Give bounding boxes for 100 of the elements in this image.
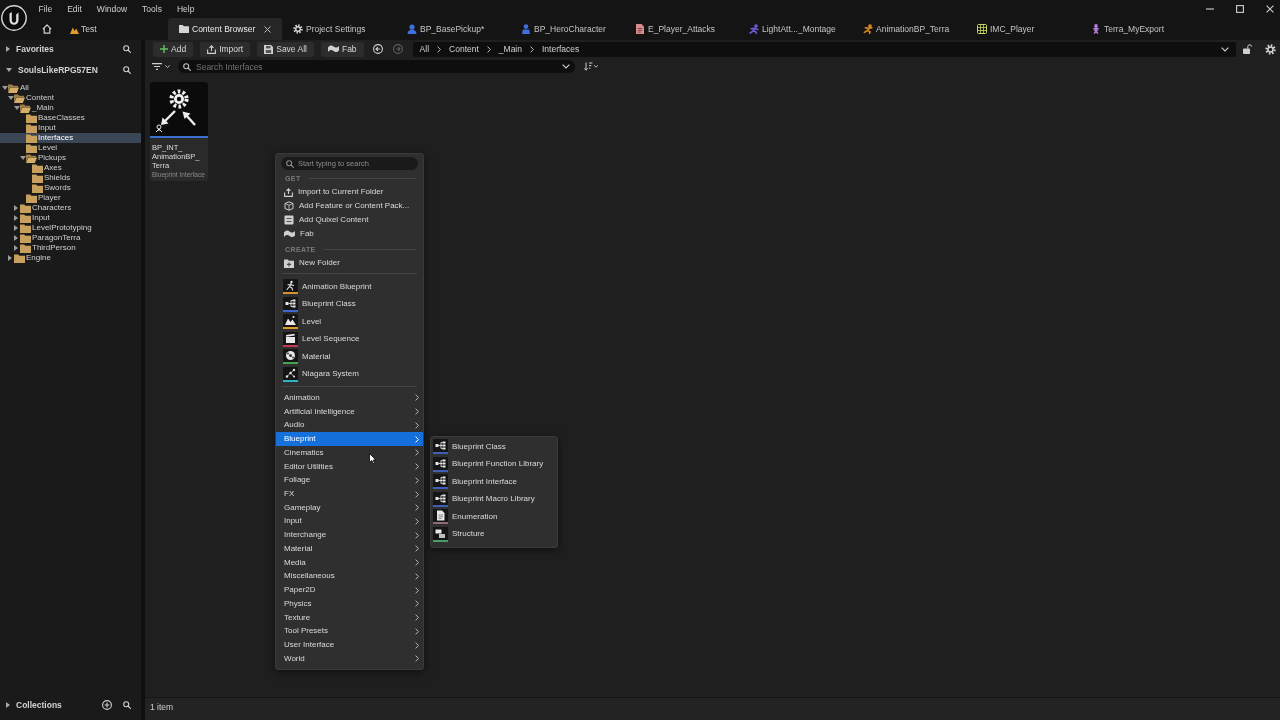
add-icon[interactable] <box>102 700 112 710</box>
menu-item[interactable]: Paper2D <box>276 583 423 597</box>
menu-item[interactable]: User Interface <box>276 638 423 652</box>
menu-item[interactable]: Blueprint Function Library <box>431 455 557 473</box>
tree-item[interactable]: All <box>0 83 141 93</box>
tab[interactable]: AnimationBP_Terra <box>852 18 966 40</box>
section-title[interactable]: SoulsLikeRPG57EN <box>18 65 98 75</box>
caret-icon[interactable] <box>14 245 18 251</box>
caret-icon[interactable] <box>2 86 8 90</box>
toolbar-button[interactable]: Import <box>200 41 251 57</box>
menu-bar-item[interactable]: Help <box>169 4 202 14</box>
caret-icon[interactable] <box>165 65 170 68</box>
menu-item[interactable]: Blueprint <box>276 432 423 446</box>
menu-item[interactable]: Audio <box>276 418 423 433</box>
menu-item[interactable]: Blueprint Macro Library <box>431 490 557 508</box>
close-icon[interactable] <box>264 25 271 33</box>
caret-icon[interactable] <box>8 255 12 261</box>
menu-item[interactable]: Gameplay <box>276 500 423 515</box>
tab[interactable]: Terra_MyExport <box>1080 18 1194 40</box>
breadcrumb-link[interactable]: Content <box>449 44 479 54</box>
tree-item[interactable]: Level <box>0 143 141 153</box>
menu-item[interactable]: FX <box>276 487 423 501</box>
menu-item[interactable]: Structure <box>431 525 557 543</box>
menu-item[interactable]: Blueprint Class <box>431 438 557 456</box>
menu-item[interactable]: Import to Current Folder <box>276 185 423 199</box>
menu-item[interactable]: Texture <box>276 610 423 625</box>
menu-item[interactable]: Add Quixel Content <box>276 213 423 227</box>
caret-icon[interactable] <box>14 106 20 110</box>
caret-icon[interactable] <box>14 215 18 221</box>
menu-item[interactable]: Editor Utilities <box>276 459 423 474</box>
tree-item[interactable]: Swords <box>0 183 141 193</box>
search-field[interactable]: Search Interfaces <box>178 60 575 73</box>
section-title[interactable]: Favorites <box>16 44 54 54</box>
toolbar-button[interactable]: Save All <box>257 41 314 57</box>
menu-item[interactable]: Tool Presets <box>276 624 423 639</box>
tab[interactable]: E_Player_Attacks <box>624 18 738 40</box>
breadcrumb-link[interactable]: All <box>419 44 430 54</box>
home-icon[interactable] <box>42 24 52 34</box>
menu-item[interactable]: Blueprint Interface <box>431 473 557 491</box>
caret-icon[interactable] <box>20 156 26 160</box>
tree-item[interactable]: Characters <box>0 203 141 213</box>
menu-bar-item[interactable]: Edit <box>59 4 90 14</box>
tree-item[interactable]: Player <box>0 193 141 203</box>
tree-item[interactable]: Axes <box>0 163 141 173</box>
menu-item[interactable]: Input <box>276 514 423 529</box>
settings-icon[interactable] <box>1265 43 1276 55</box>
tab[interactable]: LightAtt..._Montage <box>738 18 852 40</box>
menu-item[interactable]: Enumeration <box>431 508 557 526</box>
tab[interactable]: IMC_Player <box>966 18 1080 40</box>
menu-item[interactable]: Animation <box>276 391 423 405</box>
maximize-icon[interactable] <box>1236 5 1244 13</box>
tree-item[interactable]: Pickups <box>0 153 141 163</box>
level-tab[interactable]: Test <box>70 24 97 34</box>
menu-item[interactable]: Level Sequence <box>276 330 423 348</box>
menu-item[interactable]: World <box>276 651 423 666</box>
tree-item[interactable]: Interfaces <box>0 133 141 143</box>
menu-item[interactable]: Artificial Intelligence <box>276 404 423 419</box>
menu-item[interactable]: Cinematics <box>276 445 423 460</box>
back-icon[interactable] <box>372 44 383 54</box>
menu-item[interactable]: New Folder <box>276 256 423 270</box>
tab[interactable]: Content Browser <box>168 18 282 40</box>
tree-item[interactable]: Shields <box>0 173 141 183</box>
toolbar-button[interactable]: Add <box>153 41 194 57</box>
caret-icon[interactable] <box>6 46 10 52</box>
menu-bar-item[interactable]: Tools <box>134 4 170 14</box>
caret-icon[interactable] <box>6 702 10 708</box>
breadcrumb-link[interactable]: _Main <box>498 44 522 54</box>
close-icon[interactable] <box>1266 5 1274 13</box>
caret-icon[interactable] <box>6 68 12 72</box>
menu-item[interactable]: Miscellaneous <box>276 569 423 584</box>
breadcrumb-link[interactable]: Interfaces <box>542 44 580 54</box>
caret-icon[interactable] <box>8 96 14 100</box>
section-title[interactable]: Collections <box>16 700 62 710</box>
tree-item[interactable]: Input <box>0 123 141 133</box>
menu-bar-item[interactable]: Window <box>89 4 135 14</box>
search-icon[interactable] <box>123 45 131 53</box>
menu-item[interactable]: Interchange <box>276 528 423 543</box>
menu-item[interactable]: Add Feature or Content Pack... <box>276 199 423 213</box>
search-icon[interactable] <box>123 701 131 709</box>
menu-item[interactable]: Material <box>276 348 423 366</box>
tab[interactable]: BP_HeroCharacter <box>510 18 624 40</box>
tree-item[interactable]: LevelPrototyping <box>0 223 141 233</box>
menu-item[interactable]: Material <box>276 542 423 556</box>
menu-item[interactable]: Physics <box>276 597 423 611</box>
tree-item[interactable]: Input <box>0 213 141 223</box>
menu-item[interactable]: Fab <box>276 227 423 241</box>
toolbar-button[interactable]: Fab <box>320 41 364 57</box>
tree-item[interactable]: ParagonTerra <box>0 233 141 243</box>
caret-icon[interactable] <box>14 205 18 211</box>
menu-item[interactable]: Animation Blueprint <box>276 278 423 296</box>
caret-icon[interactable] <box>14 235 18 241</box>
menu-item[interactable]: Level <box>276 313 423 331</box>
lock-icon[interactable] <box>1243 44 1252 54</box>
menu-item[interactable]: Media <box>276 555 423 570</box>
tree-item[interactable]: ThirdPerson <box>0 243 141 253</box>
search-icon[interactable] <box>123 66 131 74</box>
tree-item[interactable]: _Main <box>0 103 141 113</box>
chevron-icon[interactable] <box>562 64 570 69</box>
menu-bar-item[interactable]: File <box>31 4 60 14</box>
tree-item[interactable]: Content <box>0 93 141 103</box>
